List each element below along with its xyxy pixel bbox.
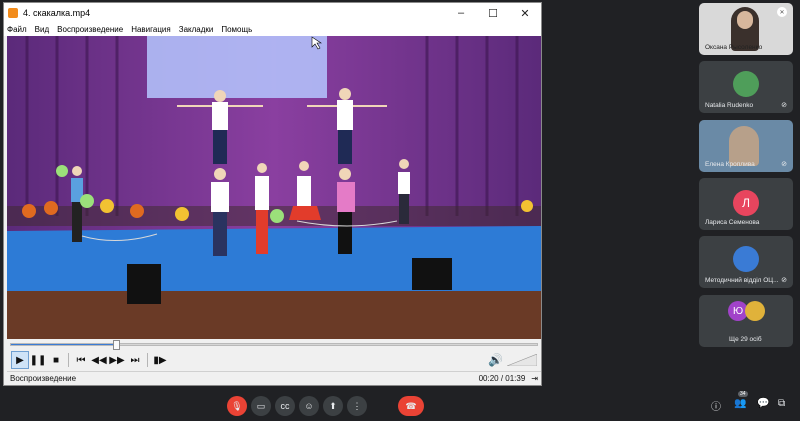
participant-name: Елена Кроплива bbox=[705, 161, 755, 168]
video-frame[interactable] bbox=[7, 36, 541, 339]
player-title: 4. скакалка.mp4 bbox=[23, 8, 91, 18]
participant-tile[interactable]: Методичний відділ ОЦ... ⊘ bbox=[699, 236, 793, 288]
volume-icon[interactable]: 🔊 bbox=[488, 353, 503, 367]
menu-bookmarks[interactable]: Закладки bbox=[179, 25, 214, 34]
playback-status: Воспроизведение bbox=[10, 374, 77, 383]
participant-name: Оксана Рысоленко bbox=[705, 44, 763, 51]
avatar: Л bbox=[733, 190, 759, 216]
close-button[interactable]: ✕ bbox=[509, 3, 541, 23]
avatar bbox=[733, 71, 759, 97]
menu-help[interactable]: Помощь bbox=[221, 25, 252, 34]
rewind-button[interactable]: ◀◀ bbox=[90, 351, 108, 369]
menu-view[interactable]: Вид bbox=[35, 25, 49, 34]
screen: 4. скакалка.mp4 – ☐ ✕ Файл Вид Воспроизв… bbox=[0, 0, 800, 421]
fast-forward-button[interactable]: ▶▶ bbox=[108, 351, 126, 369]
stop-button[interactable]: ■ bbox=[47, 351, 65, 369]
end-call-icon[interactable]: ☎ bbox=[398, 396, 424, 416]
player-titlebar: 4. скакалка.mp4 – ☐ ✕ bbox=[4, 3, 541, 23]
frame-step-button[interactable]: ▮▶ bbox=[151, 351, 169, 369]
mic-off-icon: ⊘ bbox=[781, 277, 787, 284]
activities-icon[interactable]: ⧉ bbox=[778, 398, 785, 409]
more-icon[interactable]: ⋮ bbox=[347, 396, 367, 416]
play-button[interactable]: ▶ bbox=[11, 351, 29, 369]
menu-playback[interactable]: Воспроизведение bbox=[57, 25, 123, 34]
participant-name: Методичний відділ ОЦ... bbox=[705, 277, 779, 284]
player-app-icon bbox=[8, 8, 18, 18]
participant-name: Ще 29 осіб bbox=[729, 336, 762, 343]
menu-file[interactable]: Файл bbox=[7, 25, 27, 34]
playback-time: 00:20 / 01:39 bbox=[478, 374, 526, 383]
mic-off-icon: ✕ bbox=[777, 7, 787, 17]
info-icon[interactable]: ⓘ bbox=[711, 398, 721, 413]
call-controls: 🎙 ▭ cc ☺ ⬆ ⋮ ☎ ⓘ 👥 💬 ⧉ bbox=[0, 396, 800, 418]
people-count-badge: 34 bbox=[738, 391, 748, 397]
next-button[interactable]: ⏭ bbox=[126, 351, 144, 369]
avatar bbox=[745, 301, 765, 321]
menu-navigation[interactable]: Навигация bbox=[131, 25, 171, 34]
previous-button[interactable]: ⏮ bbox=[72, 351, 90, 369]
avatar bbox=[733, 246, 759, 272]
volume-slider[interactable] bbox=[507, 354, 537, 366]
captions-icon[interactable]: cc bbox=[275, 396, 295, 416]
minimize-button[interactable]: – bbox=[445, 3, 477, 23]
seek-fill bbox=[11, 344, 117, 345]
seek-bar[interactable] bbox=[7, 339, 541, 350]
emoji-icon[interactable]: ☺ bbox=[299, 396, 319, 416]
participant-name: Лариса Семенова bbox=[705, 219, 760, 226]
media-player-window: 4. скакалка.mp4 – ☐ ✕ Файл Вид Воспроизв… bbox=[3, 2, 542, 386]
participant-tile[interactable]: Л Лариса Семенова bbox=[699, 178, 793, 230]
camera-icon[interactable]: ▭ bbox=[251, 396, 271, 416]
expand-icon[interactable]: ⇥ bbox=[531, 374, 538, 383]
mic-off-icon[interactable]: 🎙 bbox=[227, 396, 247, 416]
people-icon[interactable]: 👥 bbox=[734, 398, 746, 409]
participant-tile[interactable]: Оксана Рысоленко ✕ bbox=[699, 3, 793, 55]
participant-tile[interactable]: Ю Ще 29 осіб bbox=[699, 295, 793, 347]
mic-off-icon: ⊘ bbox=[781, 161, 787, 168]
playback-controls: ▶ ❚❚ ■ ⏮ ◀◀ ▶▶ ⏭ ▮▶ 🔊 bbox=[7, 350, 541, 370]
mic-off-icon: ⊘ bbox=[781, 102, 787, 109]
participant-name: Natalia Rudenko bbox=[705, 102, 754, 109]
seek-handle[interactable] bbox=[113, 340, 121, 350]
pause-button[interactable]: ❚❚ bbox=[29, 351, 47, 369]
participant-tile[interactable]: Natalia Rudenko ⊘ bbox=[699, 61, 793, 113]
maximize-button[interactable]: ☐ bbox=[477, 3, 509, 23]
player-menubar: Файл Вид Воспроизведение Навигация Закла… bbox=[4, 23, 541, 36]
participant-tile[interactable]: Елена Кроплива ⊘ bbox=[699, 120, 793, 172]
participant-video bbox=[729, 126, 759, 166]
present-icon[interactable]: ⬆ bbox=[323, 396, 343, 416]
chat-icon[interactable]: 💬 bbox=[757, 398, 769, 409]
stage-scene bbox=[7, 36, 541, 339]
player-statusbar: Воспроизведение 00:20 / 01:39 ⇥ bbox=[7, 371, 541, 385]
seek-track[interactable] bbox=[10, 340, 538, 350]
